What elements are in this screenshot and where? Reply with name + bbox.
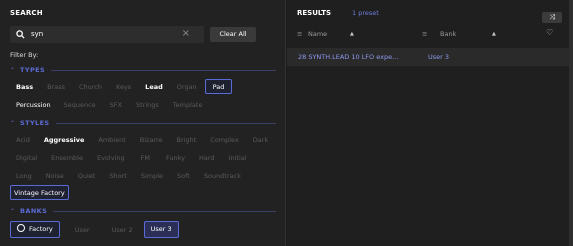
tag-template[interactable]: Template — [167, 97, 209, 112]
tag-short[interactable]: Short — [103, 168, 132, 183]
filter-by-label: Filter By: — [10, 51, 39, 59]
sort-ascending-icon[interactable]: ▲ — [492, 31, 496, 37]
styles-row-3: Long Noise Quiet Short Simple Soft Sound… — [10, 168, 249, 183]
preset-bank: User 3 — [428, 53, 450, 61]
tag-initial[interactable]: Initial — [223, 150, 253, 165]
tag-funky[interactable]: Funky — [160, 150, 191, 165]
divider — [51, 69, 276, 71]
tag-quiet[interactable]: Quiet — [72, 168, 102, 183]
collapse-chevron-icon: ⌃ — [10, 66, 16, 74]
styles-section-header[interactable]: ⌃ STYLES — [10, 119, 276, 127]
search-header: SEARCH — [10, 9, 43, 17]
tag-complex[interactable]: Complex — [204, 132, 245, 147]
types-row-2: Percussion Sequence SFX Strings Template — [10, 97, 210, 112]
tag-percussion[interactable]: Percussion — [10, 97, 56, 112]
clear-all-button[interactable]: Clear All — [210, 27, 256, 42]
sort-ascending-icon[interactable]: ▲ — [350, 31, 354, 37]
banks-label: BANKS — [20, 207, 48, 215]
clear-search-icon[interactable]: × — [182, 28, 190, 40]
tag-ambient[interactable]: Ambient — [92, 132, 131, 147]
shuffle-icon: ⤨ — [549, 13, 555, 21]
tag-strings[interactable]: Strings — [130, 97, 165, 112]
tag-long[interactable]: Long — [10, 168, 38, 183]
bank-column-header[interactable]: Bank — [440, 30, 456, 38]
results-count: 1 preset — [352, 9, 379, 17]
results-title: RESULTS — [297, 9, 332, 17]
tag-pad[interactable]: Pad — [204, 79, 233, 94]
collapse-chevron-icon: ⌃ — [10, 207, 16, 215]
tag-keys[interactable]: Keys — [110, 79, 137, 94]
tag-evolving[interactable]: Evolving — [91, 150, 131, 165]
tag-brass[interactable]: Brass — [41, 79, 71, 94]
divider — [53, 210, 276, 212]
tag-simple[interactable]: Simple — [135, 168, 169, 183]
tag-dark[interactable]: Dark — [247, 132, 274, 147]
table-row[interactable]: 28 SYNTH.LEAD 10 LFO expe... User 3 — [287, 48, 569, 66]
name-column-header[interactable]: Name — [308, 30, 327, 38]
shuffle-button[interactable]: ⤨ — [542, 12, 562, 23]
tag-sequence[interactable]: Sequence — [58, 97, 102, 112]
tag-noise[interactable]: Noise — [40, 168, 70, 183]
tag-digital[interactable]: Digital — [10, 150, 43, 165]
styles-row-2: Digital Ensemble Evolving FM Funky Hard … — [10, 150, 255, 165]
tag-acid[interactable]: Acid — [10, 132, 36, 147]
tag-lead[interactable]: Lead — [139, 79, 169, 94]
results-panel: RESULTS 1 preset ⤨ ≡ Name ▲ ≡ Bank ▲ ♡ 2… — [287, 0, 573, 246]
bank-user[interactable]: User — [66, 222, 99, 237]
collapse-chevron-icon: ⌃ — [10, 119, 16, 127]
tag-aggressive[interactable]: Aggressive — [38, 132, 91, 147]
banks-row: Factory User User 2 User 3 — [10, 221, 181, 238]
banks-section-header[interactable]: ⌃ BANKS — [10, 207, 276, 215]
bank-column-menu-icon[interactable]: ≡ — [422, 30, 427, 38]
tag-bass[interactable]: Bass — [10, 79, 39, 94]
scrollbar[interactable] — [569, 0, 573, 246]
tag-sfx[interactable]: SFX — [104, 97, 128, 112]
tag-vintage-factory[interactable]: Vintage Factory — [10, 185, 69, 200]
bank-user-3[interactable]: User 3 — [143, 221, 179, 238]
types-label: TYPES — [20, 66, 46, 74]
bank-user-2[interactable]: User 2 — [105, 222, 140, 237]
tag-soft[interactable]: Soft — [171, 168, 196, 183]
tag-organ[interactable]: Organ — [171, 79, 203, 94]
styles-label: STYLES — [20, 119, 50, 127]
search-value: syn — [31, 30, 44, 38]
bank-factory[interactable]: Factory — [10, 221, 60, 238]
name-column-menu-icon[interactable]: ≡ — [297, 30, 302, 38]
tag-church[interactable]: Church — [73, 79, 108, 94]
factory-icon — [17, 224, 25, 232]
tag-hard[interactable]: Hard — [193, 150, 221, 165]
tag-ensemble[interactable]: Ensemble — [45, 150, 89, 165]
types-row-1: Bass Brass Church Keys Lead Organ Pad — [10, 79, 234, 94]
tag-fm[interactable]: FM — [133, 150, 158, 165]
tag-soundtrack[interactable]: Soundtrack — [198, 168, 247, 183]
tag-bizarre[interactable]: Bizarre — [134, 132, 169, 147]
preset-name: 28 SYNTH.LEAD 10 LFO expe... — [298, 53, 399, 61]
search-input[interactable]: syn × — [10, 26, 204, 43]
favorite-heart-icon[interactable]: ♡ — [546, 28, 553, 37]
styles-row-1: Acid Aggressive Ambient Bizarre Bright C… — [10, 132, 276, 147]
types-section-header[interactable]: ⌃ TYPES — [10, 66, 276, 74]
filter-panel: SEARCH syn × Clear All Filter By: ⌃ TYPE… — [0, 0, 286, 246]
styles-row-4: Vintage Factory — [10, 185, 71, 200]
search-icon — [16, 30, 25, 39]
divider — [55, 122, 276, 124]
bank-factory-label: Factory — [29, 225, 53, 233]
tag-bright[interactable]: Bright — [171, 132, 203, 147]
